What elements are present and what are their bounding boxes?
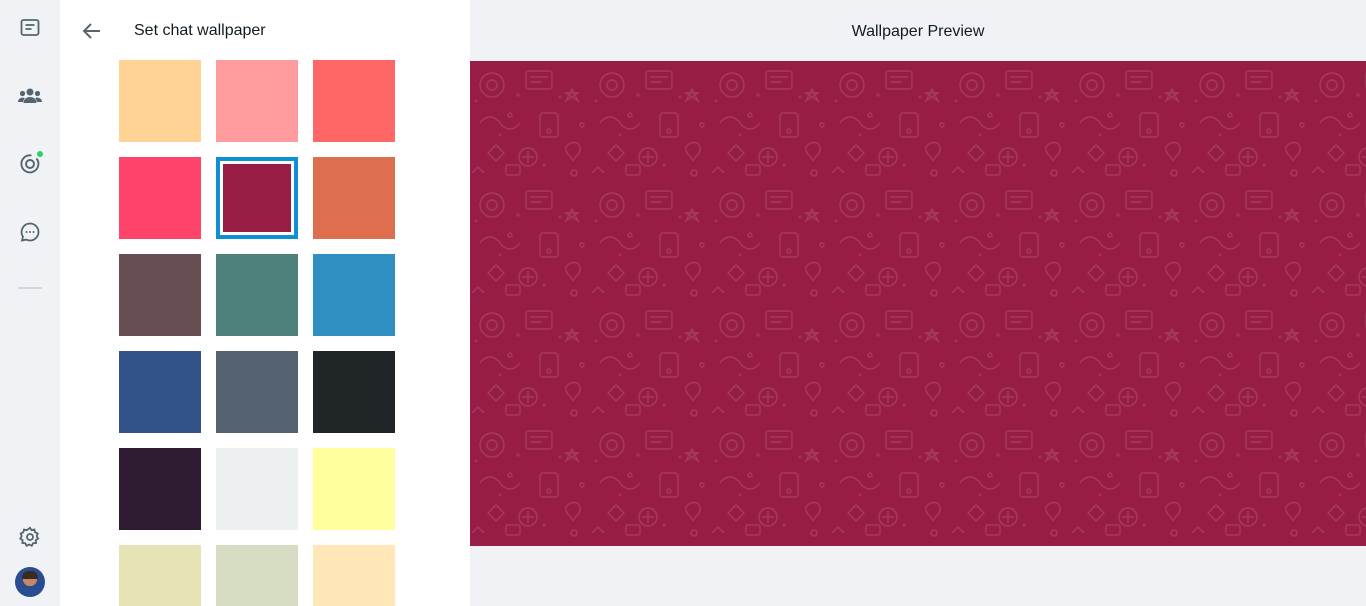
wallpaper-swatch[interactable]	[216, 254, 298, 336]
wallpaper-swatch[interactable]	[216, 60, 298, 142]
wallpaper-swatch-grid	[119, 0, 409, 606]
rail-divider	[18, 287, 42, 289]
preview-header: Wallpaper Preview	[470, 0, 1366, 61]
wallpaper-doodle-pattern	[470, 61, 1366, 546]
navigation-rail	[0, 0, 60, 606]
arrow-left-icon	[82, 23, 100, 39]
wallpaper-swatch[interactable]	[119, 448, 201, 530]
wallpaper-swatch[interactable]	[313, 254, 395, 336]
wallpaper-swatch[interactable]	[216, 545, 298, 606]
wallpaper-preview	[470, 61, 1366, 546]
communities-icon[interactable]	[12, 78, 48, 114]
profile-avatar[interactable]	[15, 567, 45, 597]
wallpaper-swatch[interactable]	[119, 351, 201, 433]
wallpaper-swatch[interactable]	[313, 545, 395, 606]
wallpaper-swatch[interactable]	[313, 448, 395, 530]
channels-icon[interactable]	[12, 214, 48, 250]
panel-header: Set chat wallpaper	[60, 0, 470, 60]
wallpaper-swatch[interactable]	[119, 545, 201, 606]
status-update-dot	[37, 151, 43, 157]
preview-title: Wallpaper Preview	[851, 23, 985, 40]
wallpaper-swatch[interactable]	[313, 60, 395, 142]
wallpaper-panel: Set chat wallpaper	[60, 0, 470, 606]
wallpaper-swatch[interactable]	[119, 157, 201, 239]
panel-title: Set chat wallpaper	[134, 22, 266, 39]
wallpaper-swatch[interactable]	[119, 60, 201, 142]
wallpaper-swatch[interactable]	[313, 157, 395, 239]
wallpaper-swatch[interactable]	[119, 254, 201, 336]
status-icon[interactable]	[12, 146, 48, 182]
chats-icon[interactable]	[12, 10, 48, 46]
wallpaper-swatch-selected[interactable]	[216, 157, 298, 239]
wallpaper-swatch[interactable]	[216, 448, 298, 530]
settings-icon[interactable]	[12, 519, 48, 555]
wallpaper-swatch[interactable]	[313, 351, 395, 433]
wallpaper-swatch[interactable]	[216, 351, 298, 433]
back-button[interactable]	[78, 17, 106, 45]
